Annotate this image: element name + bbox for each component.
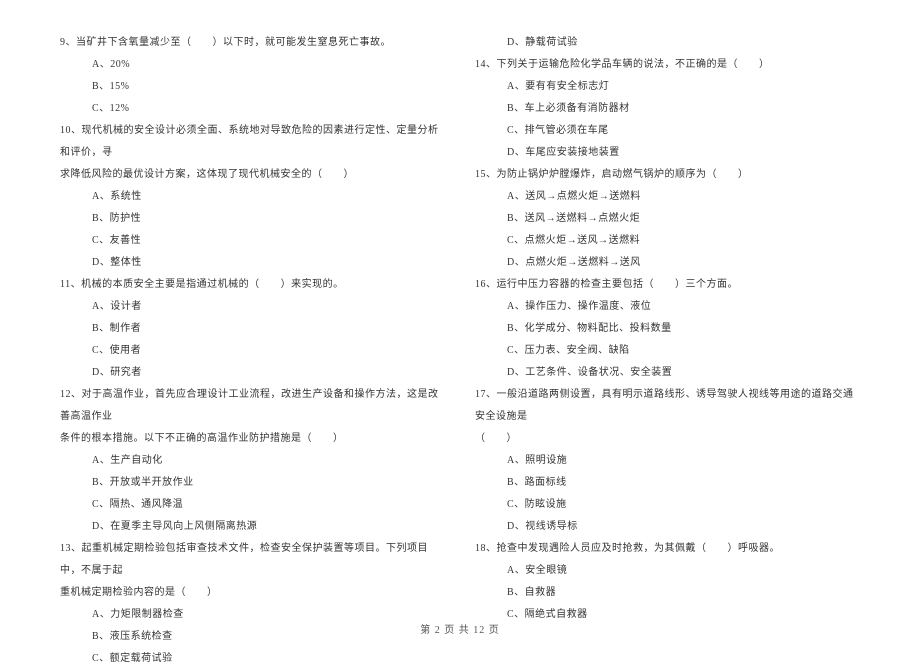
q13-opt-d: D、静载荷试验 [475, 32, 860, 54]
q17-opt-d: D、视线诱导标 [475, 516, 860, 538]
q14-opt-c: C、排气管必须在车尾 [475, 120, 860, 142]
q14-opt-b: B、车上必须备有消防器材 [475, 98, 860, 120]
q17-text-line1: 17、一般沿道路两侧设置，具有明示道路线形、诱导驾驶人视线等用途的道路交通安全设… [475, 384, 860, 428]
q14-text: 14、下列关于运输危险化学品车辆的说法，不正确的是（ ） [475, 54, 860, 76]
q17-opt-c: C、防眩设施 [475, 494, 860, 516]
q15-opt-a: A、送风→点燃火炬→送燃料 [475, 186, 860, 208]
q16-opt-b: B、化学成分、物料配比、投料数量 [475, 318, 860, 340]
q16-opt-a: A、操作压力、操作温度、液位 [475, 296, 860, 318]
q15-text: 15、为防止锅炉炉膛爆炸，启动燃气锅炉的顺序为（ ） [475, 164, 860, 186]
q16-opt-d: D、工艺条件、设备状况、安全装置 [475, 362, 860, 384]
right-column: D、静载荷试验 14、下列关于运输危险化学品车辆的说法，不正确的是（ ） A、要… [475, 32, 860, 612]
content-columns: 9、当矿井下含氧量减少至（ ）以下时，就可能发生窒息死亡事故。 A、20% B、… [60, 32, 860, 612]
q9-opt-a: A、20% [60, 54, 445, 76]
q12-text-line1: 12、对于高温作业，首先应合理设计工业流程，改进生产设备和操作方法，这是改善高温… [60, 384, 445, 428]
q14-opt-d: D、车尾应安装接地装置 [475, 142, 860, 164]
q9-text: 9、当矿井下含氧量减少至（ ）以下时，就可能发生窒息死亡事故。 [60, 32, 445, 54]
q18-text: 18、抢查中发现遇险人员应及时抢救，为其佩戴（ ）呼吸器。 [475, 538, 860, 560]
q12-opt-a: A、生产自动化 [60, 450, 445, 472]
q16-text: 16、运行中压力容器的检查主要包括（ ）三个方面。 [475, 274, 860, 296]
q12-opt-d: D、在夏季主导风向上风侧隔离热源 [60, 516, 445, 538]
q11-opt-c: C、使用者 [60, 340, 445, 362]
q10-opt-c: C、友善性 [60, 230, 445, 252]
q9-opt-c: C、12% [60, 98, 445, 120]
q11-opt-a: A、设计者 [60, 296, 445, 318]
q18-opt-b: B、自救器 [475, 582, 860, 604]
page-footer: 第 2 页 共 12 页 [0, 621, 920, 636]
q15-opt-b: B、送风→送燃料→点燃火炬 [475, 208, 860, 230]
q11-opt-b: B、制作者 [60, 318, 445, 340]
q15-opt-d: D、点燃火炬→送燃料→送风 [475, 252, 860, 274]
q15-opt-c: C、点燃火炬→送风→送燃料 [475, 230, 860, 252]
q10-text-line1: 10、现代机械的安全设计必须全面、系统地对导致危险的因素进行定性、定量分析和评价… [60, 120, 445, 164]
q9-opt-b: B、15% [60, 76, 445, 98]
q13-text-line2: 重机械定期检验内容的是（ ） [60, 582, 445, 604]
q12-opt-b: B、开放或半开放作业 [60, 472, 445, 494]
q12-text-line2: 条件的根本措施。以下不正确的高温作业防护措施是（ ） [60, 428, 445, 450]
q16-opt-c: C、压力表、安全阀、缺陷 [475, 340, 860, 362]
q11-opt-d: D、研究者 [60, 362, 445, 384]
q17-opt-a: A、照明设施 [475, 450, 860, 472]
q10-opt-a: A、系统性 [60, 186, 445, 208]
q13-text-line1: 13、起重机械定期检验包括审查技术文件，检查安全保护装置等项目。下列项目中，不属… [60, 538, 445, 582]
q17-opt-b: B、路面标线 [475, 472, 860, 494]
q14-opt-a: A、要有有安全标志灯 [475, 76, 860, 98]
q10-opt-d: D、整体性 [60, 252, 445, 274]
q10-text-line2: 求降低风险的最优设计方案，这体现了现代机械安全的（ ） [60, 164, 445, 186]
q10-opt-b: B、防护性 [60, 208, 445, 230]
q11-text: 11、机械的本质安全主要是指通过机械的（ ）来实现的。 [60, 274, 445, 296]
q18-opt-a: A、安全眼镜 [475, 560, 860, 582]
q17-text-line2: （ ） [475, 428, 860, 450]
left-column: 9、当矿井下含氧量减少至（ ）以下时，就可能发生窒息死亡事故。 A、20% B、… [60, 32, 445, 612]
q13-opt-c: C、额定载荷试验 [60, 648, 445, 670]
q12-opt-c: C、隔热、通风降温 [60, 494, 445, 516]
